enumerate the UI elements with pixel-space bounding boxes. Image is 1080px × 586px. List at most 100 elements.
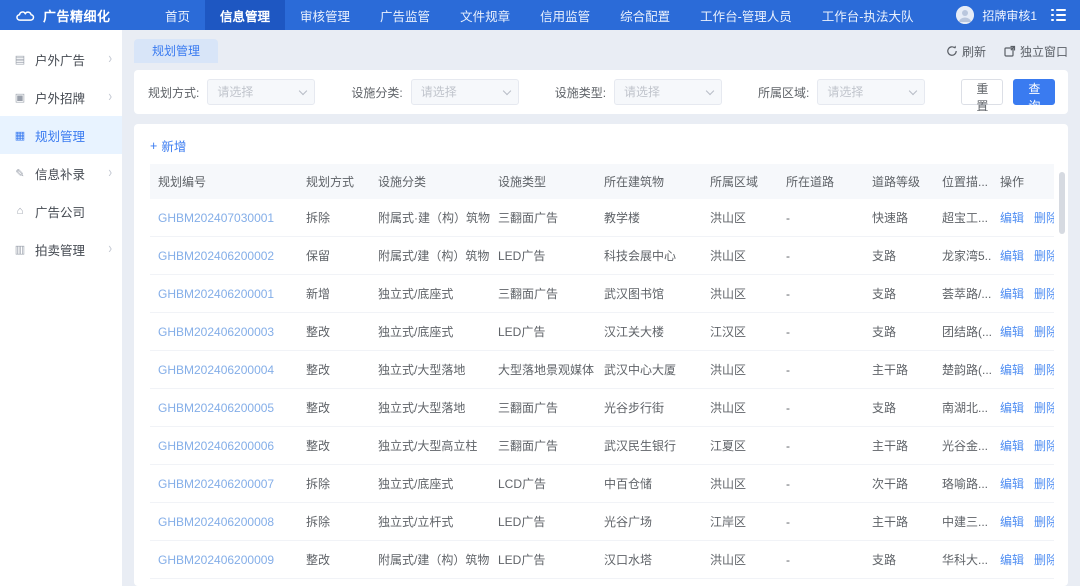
plan-id-link[interactable]: GHBM202406200006: [158, 439, 274, 453]
cell-location: 楚韵路(...: [934, 351, 992, 389]
planning-icon: ▦: [12, 129, 28, 142]
top-menu-item-workbench-enforcement[interactable]: 工作台-执法大队: [807, 0, 929, 30]
edit-link[interactable]: 编辑: [1000, 287, 1024, 301]
view-tools: 刷新 独立窗口: [946, 43, 1068, 60]
cell-building: 汉江关大楼: [596, 313, 702, 351]
edit-link[interactable]: 编辑: [1000, 249, 1024, 263]
cell-location: 团结路(...: [934, 313, 992, 351]
top-menu-item-info-mgmt[interactable]: 信息管理: [205, 0, 285, 30]
tab-planning-management[interactable]: 规划管理: [134, 39, 218, 63]
top-menu-item-file-rules[interactable]: 文件规章: [445, 0, 525, 30]
cell-plan-method: 整改: [298, 313, 370, 351]
refresh-icon: [946, 45, 958, 57]
top-menu-item-comprehensive-config[interactable]: 综合配置: [605, 0, 685, 30]
edit-link[interactable]: 编辑: [1000, 325, 1024, 339]
cell-facility-type: LED广告: [490, 237, 596, 275]
top-menu-item-home[interactable]: 首页: [150, 0, 205, 30]
plan-id-link[interactable]: GHBM202406200008: [158, 515, 274, 529]
cell-facility-type: 三翻面广告: [490, 275, 596, 313]
column-header: 所属区域: [702, 164, 778, 199]
cell-region: 洪山区: [702, 541, 778, 579]
cell-building: 武汉民生银行: [596, 427, 702, 465]
independent-window-button[interactable]: 独立窗口: [1004, 43, 1068, 60]
plan-id-link[interactable]: GHBM202406200005: [158, 401, 274, 415]
cell-road: -: [778, 199, 864, 237]
window-icon: [1004, 45, 1016, 57]
delete-link[interactable]: 删除: [1034, 553, 1054, 567]
cell-road-level: 支路: [864, 313, 934, 351]
cell-road-level: 主干路: [864, 579, 934, 586]
facility-category-select[interactable]: 请选择: [411, 79, 519, 105]
plan-id-link[interactable]: GHBM202406200007: [158, 477, 274, 491]
plan-id-link[interactable]: GHBM202406200009: [158, 553, 274, 567]
cell-building: 科技会展中心: [596, 237, 702, 275]
top-menu-item-credit-supervision[interactable]: 信用监管: [525, 0, 605, 30]
chevron-right-icon: ›: [108, 241, 112, 258]
edit-link[interactable]: 编辑: [1000, 363, 1024, 377]
delete-link[interactable]: 删除: [1034, 363, 1054, 377]
delete-link[interactable]: 删除: [1034, 325, 1054, 339]
cell-road: -: [778, 313, 864, 351]
cell-road-level: 主干路: [864, 427, 934, 465]
vertical-scrollbar[interactable]: [1059, 172, 1065, 234]
topbar-right: 招牌审核1: [956, 0, 1080, 30]
top-menu-item-ad-supervision[interactable]: 广告监管: [365, 0, 445, 30]
chevron-right-icon: ›: [108, 89, 112, 106]
cell-region: 江汉区: [702, 313, 778, 351]
filter-facility-type: 设施类型: 请选择: [555, 79, 722, 105]
sidebar-item-info-supplement[interactable]: ✎ 信息补录 ›: [0, 154, 122, 192]
cell-road-level: 支路: [864, 275, 934, 313]
top-menu-item-workbench-admin[interactable]: 工作台-管理人员: [685, 0, 807, 30]
cell-facility-category: 独立式/底座式: [370, 275, 490, 313]
top-menu-item-audit-mgmt[interactable]: 审核管理: [285, 0, 365, 30]
sidebar-item-outdoor-sign[interactable]: ▣ 户外招牌 ›: [0, 78, 122, 116]
cell-facility-type: 实物造型广告: [490, 579, 596, 586]
plan-id-link[interactable]: GHBM202406200002: [158, 249, 274, 263]
cell-plan-method: 拆除: [298, 503, 370, 541]
delete-link[interactable]: 删除: [1034, 249, 1054, 263]
sidebar-item-auction-mgmt[interactable]: ▥ 拍卖管理 ›: [0, 230, 122, 268]
search-button[interactable]: 查询: [1013, 79, 1055, 105]
user-avatar-icon[interactable]: [956, 6, 974, 24]
edit-link[interactable]: 编辑: [1000, 439, 1024, 453]
edit-link[interactable]: 编辑: [1000, 477, 1024, 491]
edit-link[interactable]: 编辑: [1000, 401, 1024, 415]
cell-facility-type: LED广告: [490, 503, 596, 541]
delete-link[interactable]: 删除: [1034, 515, 1054, 529]
table-row: GHBM202406200009 整改 附属式/建（构）筑物... LED广告 …: [150, 541, 1054, 579]
cell-facility-type: LED广告: [490, 541, 596, 579]
reset-button[interactable]: 重置: [961, 79, 1003, 105]
delete-link[interactable]: 删除: [1034, 211, 1054, 225]
hamburger-menu-icon[interactable]: [1051, 9, 1066, 22]
cell-location: 传统牛...: [934, 579, 992, 586]
user-name[interactable]: 招牌审核1: [982, 7, 1037, 24]
edit-link[interactable]: 编辑: [1000, 515, 1024, 529]
sidebar-item-outdoor-ad[interactable]: ▤ 户外广告 ›: [0, 40, 122, 78]
cell-region: 洪山区: [702, 199, 778, 237]
add-button[interactable]: + 新增: [150, 136, 186, 155]
region-select[interactable]: 请选择: [817, 79, 925, 105]
facility-type-select[interactable]: 请选择: [614, 79, 722, 105]
column-header: 位置描...: [934, 164, 992, 199]
sidebar-item-ad-company[interactable]: ⌂ 广告公司: [0, 192, 122, 230]
main-content: 规划管理 刷新 独立窗口: [122, 30, 1080, 586]
edit-link[interactable]: 编辑: [1000, 553, 1024, 567]
column-header: 道路等级: [864, 164, 934, 199]
refresh-button[interactable]: 刷新: [946, 43, 986, 60]
plan-id-link[interactable]: GHBM202406200003: [158, 325, 274, 339]
delete-link[interactable]: 删除: [1034, 477, 1054, 491]
column-header: 所在建筑物: [596, 164, 702, 199]
sidebar-item-planning-mgmt[interactable]: ▦ 规划管理: [0, 116, 122, 154]
plan-id-link[interactable]: GHBM202406200001: [158, 287, 274, 301]
plan-id-link[interactable]: GHBM202407030001: [158, 211, 274, 225]
cell-facility-type: 三翻面广告: [490, 199, 596, 237]
delete-link[interactable]: 删除: [1034, 401, 1054, 415]
plan-method-select[interactable]: 请选择: [207, 79, 315, 105]
delete-link[interactable]: 删除: [1034, 439, 1054, 453]
table-header-row: 规划编号规划方式设施分类设施类型所在建筑物所属区域所在道路道路等级位置描...操…: [150, 164, 1054, 199]
table-row: GHBM202406200007 拆除 独立式/底座式 LCD广告 中百仓储 洪…: [150, 465, 1054, 503]
delete-link[interactable]: 删除: [1034, 287, 1054, 301]
edit-link[interactable]: 编辑: [1000, 211, 1024, 225]
cell-location: 中建三...: [934, 503, 992, 541]
plan-id-link[interactable]: GHBM202406200004: [158, 363, 274, 377]
